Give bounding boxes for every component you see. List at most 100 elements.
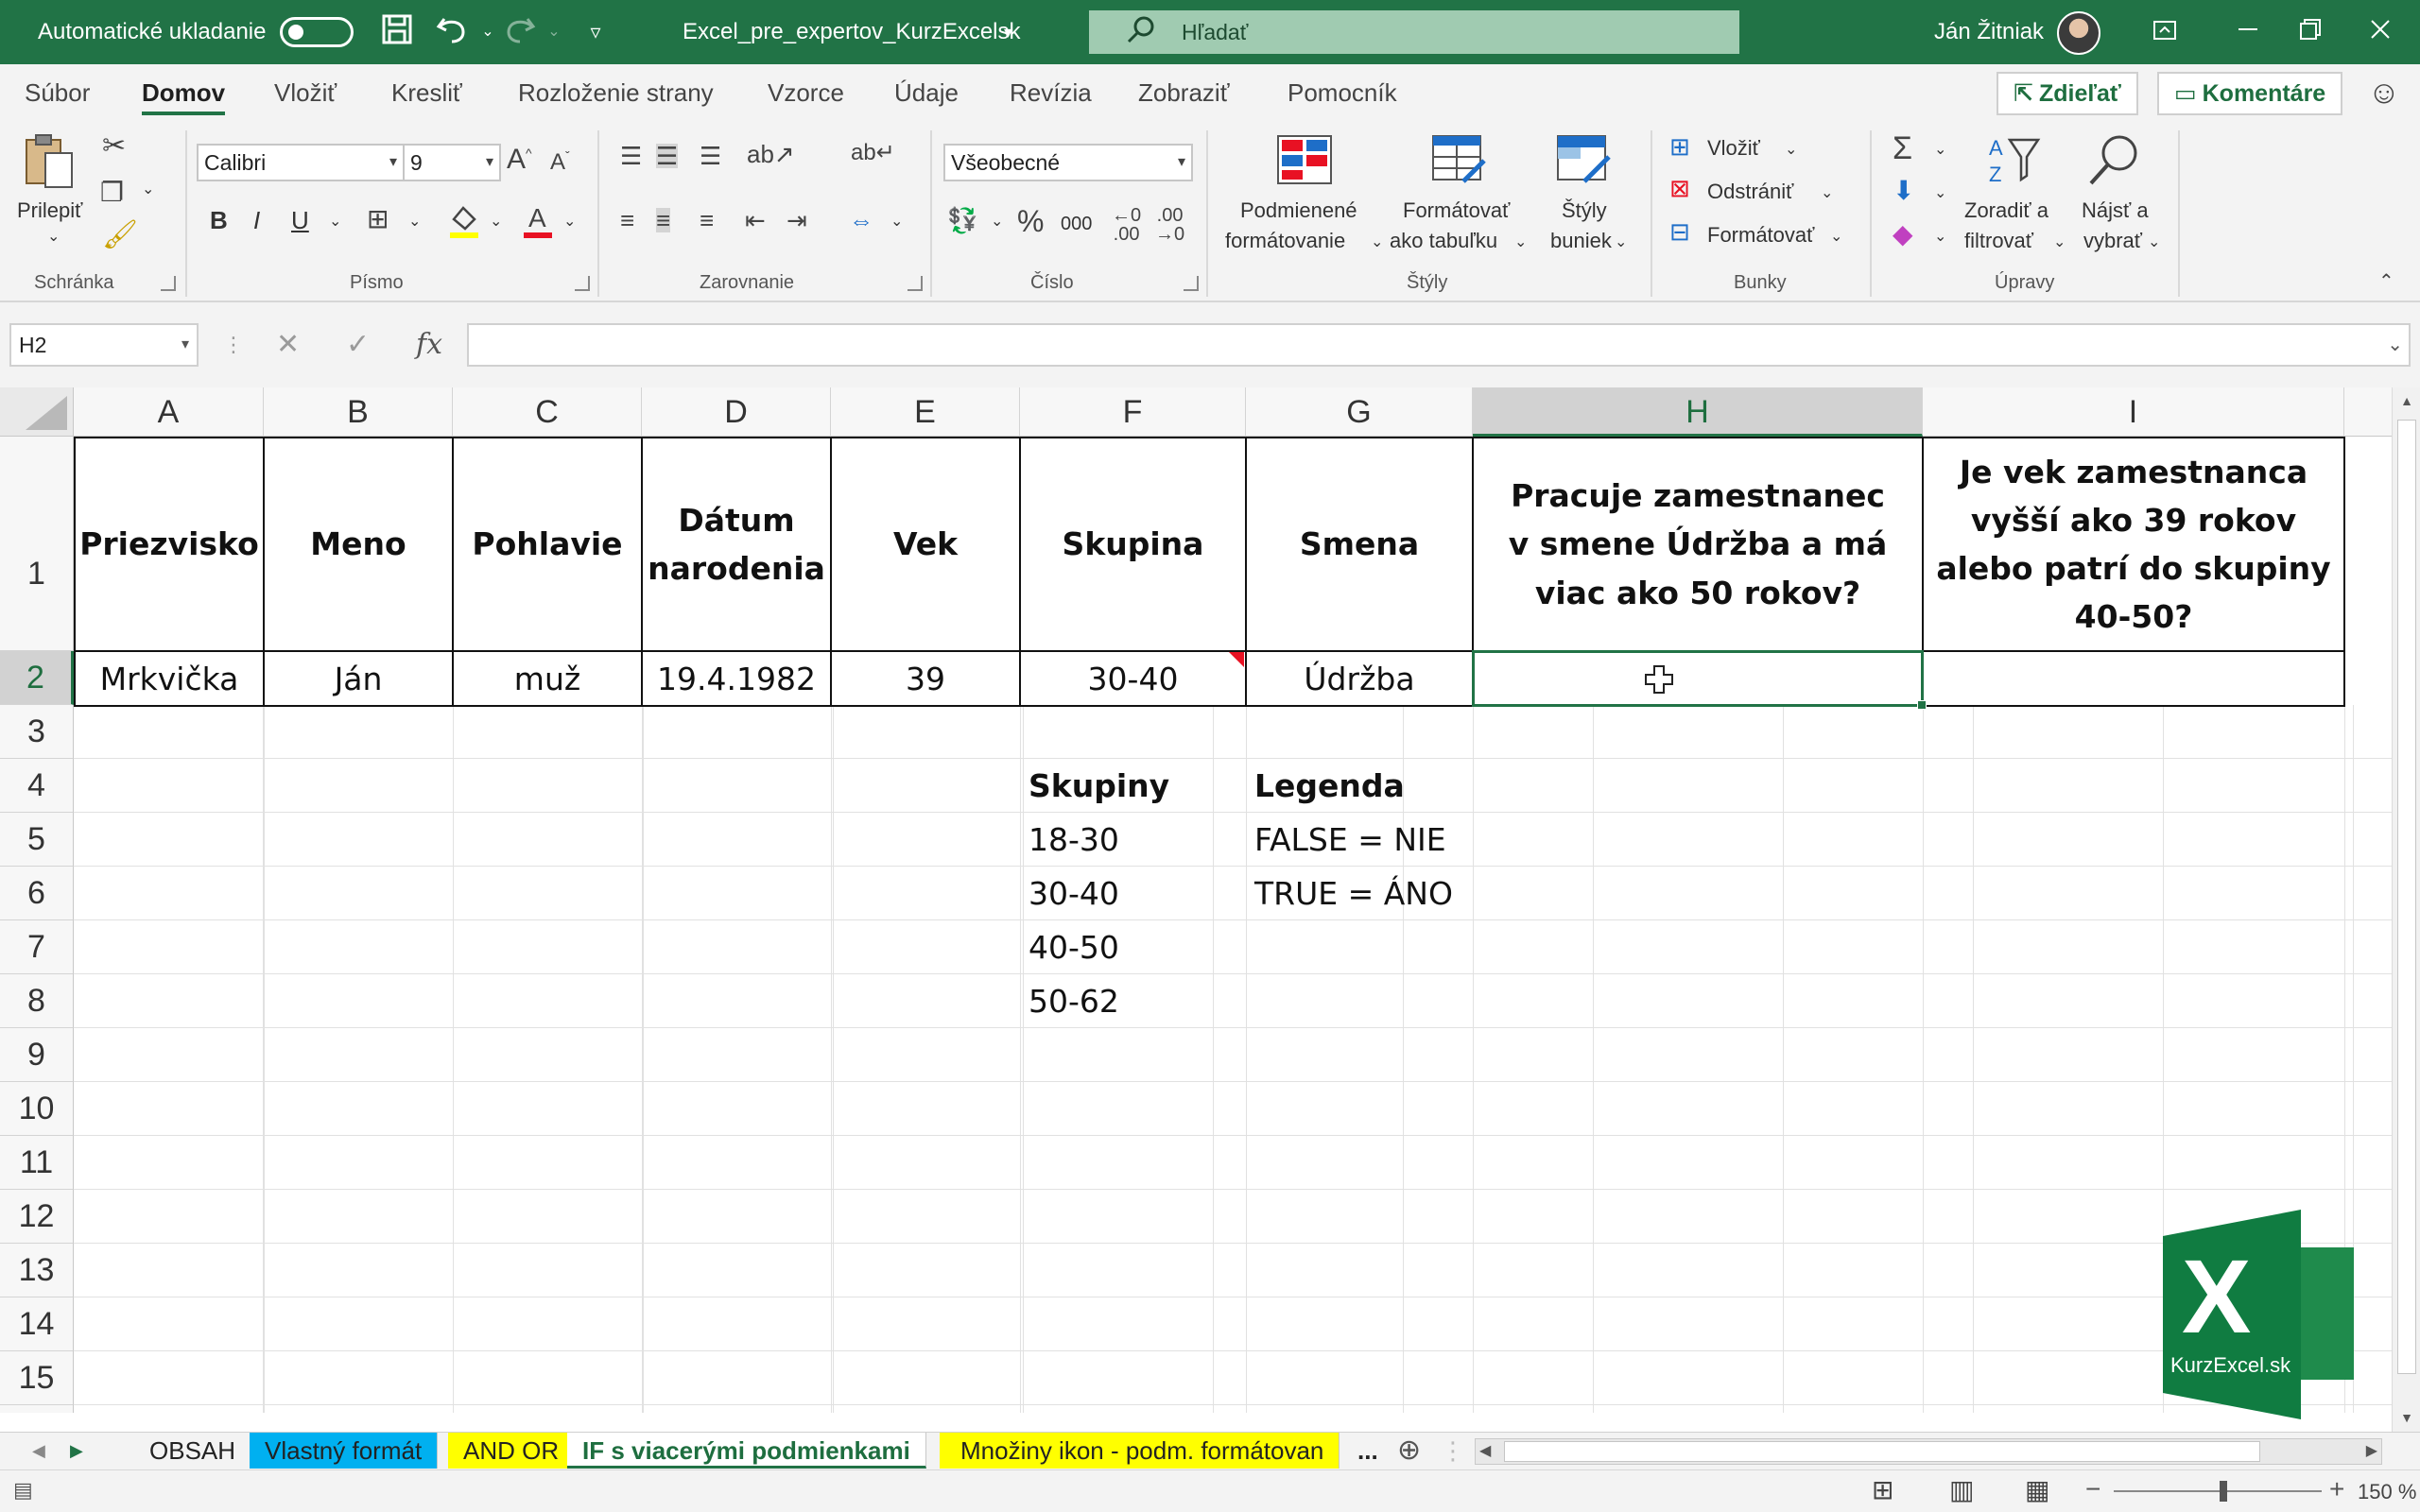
increase-indent-icon[interactable]: ⇥ [786,208,807,232]
legend-title[interactable]: Legenda [1247,759,1530,813]
groups-item[interactable]: 30-40 [1021,867,1246,920]
tab-home[interactable]: Domov [142,74,226,115]
groups-title[interactable]: Skupiny [1021,759,1246,813]
column-header-g[interactable]: G [1246,387,1473,437]
column-header-c[interactable]: C [453,387,642,437]
column-header-i[interactable]: I [1923,387,2344,437]
tab-file[interactable]: Súbor [25,74,90,112]
header-cell-i-question[interactable]: Je vek zamestnanca vyšší ako 39 rokov al… [1922,437,2345,652]
normal-view-icon[interactable]: ⊞ [1872,1474,1893,1505]
underline-dropdown-icon[interactable]: ⌄ [329,212,341,231]
format-cells-dropdown-icon[interactable]: ⌄ [1830,227,1842,246]
borders-dropdown-icon[interactable]: ⌄ [408,212,421,231]
row-header-8[interactable]: 8 [0,974,74,1028]
fill-dropdown-icon[interactable]: ⌄ [1934,183,1946,202]
scroll-tabs-left-icon[interactable]: ◀ [17,1433,60,1469]
data-cell-b2[interactable]: Ján [263,650,454,707]
page-layout-view-icon[interactable]: ▥ [1949,1474,1974,1505]
clear-dropdown-icon[interactable]: ⌄ [1934,227,1946,246]
number-launcher-icon[interactable] [1184,276,1199,291]
minimize-icon[interactable] [2229,13,2267,51]
italic-button[interactable]: I [253,206,260,235]
increase-font-size-icon[interactable]: A^ [507,146,532,174]
sheet-tab-and-or[interactable]: AND OR [448,1433,576,1469]
page-break-view-icon[interactable]: ▦ [2025,1474,2049,1505]
decrease-decimal-icon[interactable]: .00 →0 [1155,206,1184,244]
tab-insert[interactable]: Vložiť [274,74,337,112]
customize-qat-icon[interactable]: ▿ [577,13,614,51]
paste-label[interactable]: Prilepiť [17,198,82,223]
horizontal-scroll-thumb[interactable] [1504,1441,2260,1462]
fill-icon[interactable]: ⬇ [1893,178,1914,204]
data-cell-f2[interactable]: 30-40 [1019,650,1247,707]
header-cell-vek[interactable]: Vek [830,437,1021,652]
merge-center-icon[interactable]: ⇔ [849,208,873,232]
insert-cells-dropdown-icon[interactable]: ⌄ [1785,140,1797,159]
align-top-icon[interactable]: ☰ [620,144,642,168]
conditional-formatting-dropdown-icon[interactable]: ⌄ [1371,232,1383,251]
scroll-right-icon[interactable]: ▶ [2366,1441,2377,1460]
paste-dropdown-icon[interactable]: ⌄ [47,227,60,246]
tab-view[interactable]: Zobraziť [1138,74,1229,112]
row-header-1[interactable]: 1 [0,437,74,651]
header-cell-datum-narodenia[interactable]: Dátum narodenia [641,437,832,652]
row-header-7[interactable]: 7 [0,920,74,974]
format-painter-icon[interactable]: 🖌 [102,221,138,249]
insert-function-icon[interactable]: fx [416,323,442,367]
zoom-level[interactable]: 150 % [2358,1480,2416,1504]
row-header-15[interactable]: 15 [0,1351,74,1405]
scroll-down-icon[interactable]: ▼ [2393,1404,2420,1431]
conditional-formatting-icon[interactable] [1276,134,1333,189]
fill-color-icon[interactable] [448,202,480,246]
tab-review[interactable]: Revízia [1010,74,1092,112]
sheet-tab-vlastny-format[interactable]: Vlastný formát [250,1433,439,1469]
restore-icon[interactable] [2291,13,2329,51]
font-color-icon[interactable]: A [522,202,554,246]
clipboard-launcher-icon[interactable] [161,276,176,291]
zoom-slider[interactable] [2114,1490,2322,1492]
align-middle-icon[interactable]: ☰ [656,144,679,168]
cell-styles-dropdown-icon[interactable]: ⌄ [1615,232,1627,251]
row-header-4[interactable]: 4 [0,759,74,813]
increase-decimal-icon[interactable]: ←0.00 [1112,206,1141,244]
data-cell-a2[interactable]: Mrkvička [74,650,265,707]
autosave-toggle[interactable] [280,17,354,47]
borders-icon[interactable]: ⊞ [367,206,389,232]
decrease-indent-icon[interactable]: ⇤ [745,208,766,232]
font-color-dropdown-icon[interactable]: ⌄ [563,212,576,231]
user-name[interactable]: Ján Žitniak [1934,0,2044,64]
column-header-a[interactable]: A [74,387,264,437]
groups-item[interactable]: 50-62 [1021,974,1246,1028]
column-header-h[interactable]: H [1473,387,1923,437]
delete-cells-icon[interactable]: ⊠ [1669,176,1690,200]
row-header-5[interactable]: 5 [0,813,74,867]
column-header-b[interactable]: B [264,387,453,437]
file-name[interactable]: Excel_pre_expertov_KurzExcelsk [683,0,1021,64]
tab-data[interactable]: Údaje [894,74,959,112]
format-cells-icon[interactable]: ⊟ [1669,219,1690,244]
column-header-j[interactable] [2344,387,2392,437]
tab-help[interactable]: Pomocník [1288,74,1397,112]
feedback-smiley-icon[interactable]: ☺ [2365,74,2403,112]
select-all-button[interactable] [0,387,74,437]
search-box[interactable]: Hľadať [1089,10,1739,54]
scroll-up-icon[interactable]: ▲ [2393,387,2420,414]
percent-icon[interactable]: % [1017,206,1044,236]
sheet-tab-mnoziny-ikon[interactable]: Množiny ikon - podm. formátovan [940,1433,1340,1469]
sort-filter-label-2[interactable]: filtrovať [1964,229,2033,253]
expand-formula-bar-icon[interactable]: ⌄ [2387,333,2403,356]
format-as-table-label-1[interactable]: Formátovať [1403,198,1510,223]
insert-cells-icon[interactable]: ⊞ [1669,134,1690,159]
data-cell-e2[interactable]: 39 [830,650,1021,707]
find-select-label-2[interactable]: vybrať [2083,229,2142,253]
column-header-d[interactable]: D [642,387,831,437]
orientation-icon[interactable]: ab↗ [747,142,795,166]
header-cell-pohlavie[interactable]: Pohlavie [452,437,643,652]
fill-color-dropdown-icon[interactable]: ⌄ [490,212,502,231]
underline-button[interactable]: U [291,206,309,235]
row-header-14[interactable]: 14 [0,1297,74,1351]
zoom-in-icon[interactable]: + [2329,1474,2344,1504]
format-cells-label[interactable]: Formátovať [1707,223,1814,248]
tab-draw[interactable]: Kresliť [391,74,462,112]
conditional-formatting-label-2[interactable]: formátovanie [1225,229,1345,253]
